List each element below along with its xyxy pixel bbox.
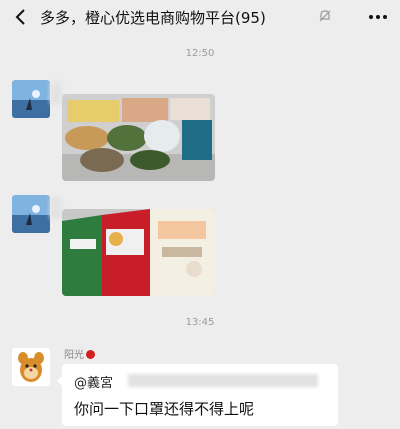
boxes-and-rice-bag-photo[interactable] <box>62 209 215 296</box>
message-text: 你问一下口罩还得不得上呢 <box>74 400 255 418</box>
avatar[interactable] <box>12 80 50 118</box>
chevron-left-icon[interactable] <box>14 8 28 26</box>
bubble-tail <box>57 376 62 386</box>
red-dot-icon <box>86 350 95 359</box>
title-bar: 多多，橙心优选电商购物平台(95) <box>0 0 400 34</box>
bell-muted-icon <box>319 10 331 22</box>
message-bubble[interactable]: @義宮 你问一下口罩还得不得上呢 <box>57 364 338 426</box>
redacted-name <box>50 197 62 219</box>
timestamp: 13:45 <box>185 317 215 328</box>
timestamp: 12:50 <box>185 48 215 59</box>
chat-title: 多多，橙心优选电商购物平台(95) <box>40 9 266 27</box>
ellipsis-icon[interactable] <box>368 14 388 20</box>
redacted-name <box>50 82 62 104</box>
sender-name: 阳光 <box>64 346 95 361</box>
avatar[interactable] <box>12 195 50 233</box>
grocery-produce-photo[interactable] <box>62 94 215 181</box>
redacted-mention <box>128 374 318 387</box>
sender-name-text: 阳光 <box>64 350 84 361</box>
avatar[interactable] <box>12 348 50 386</box>
mention-text: @義宮 <box>74 376 114 391</box>
